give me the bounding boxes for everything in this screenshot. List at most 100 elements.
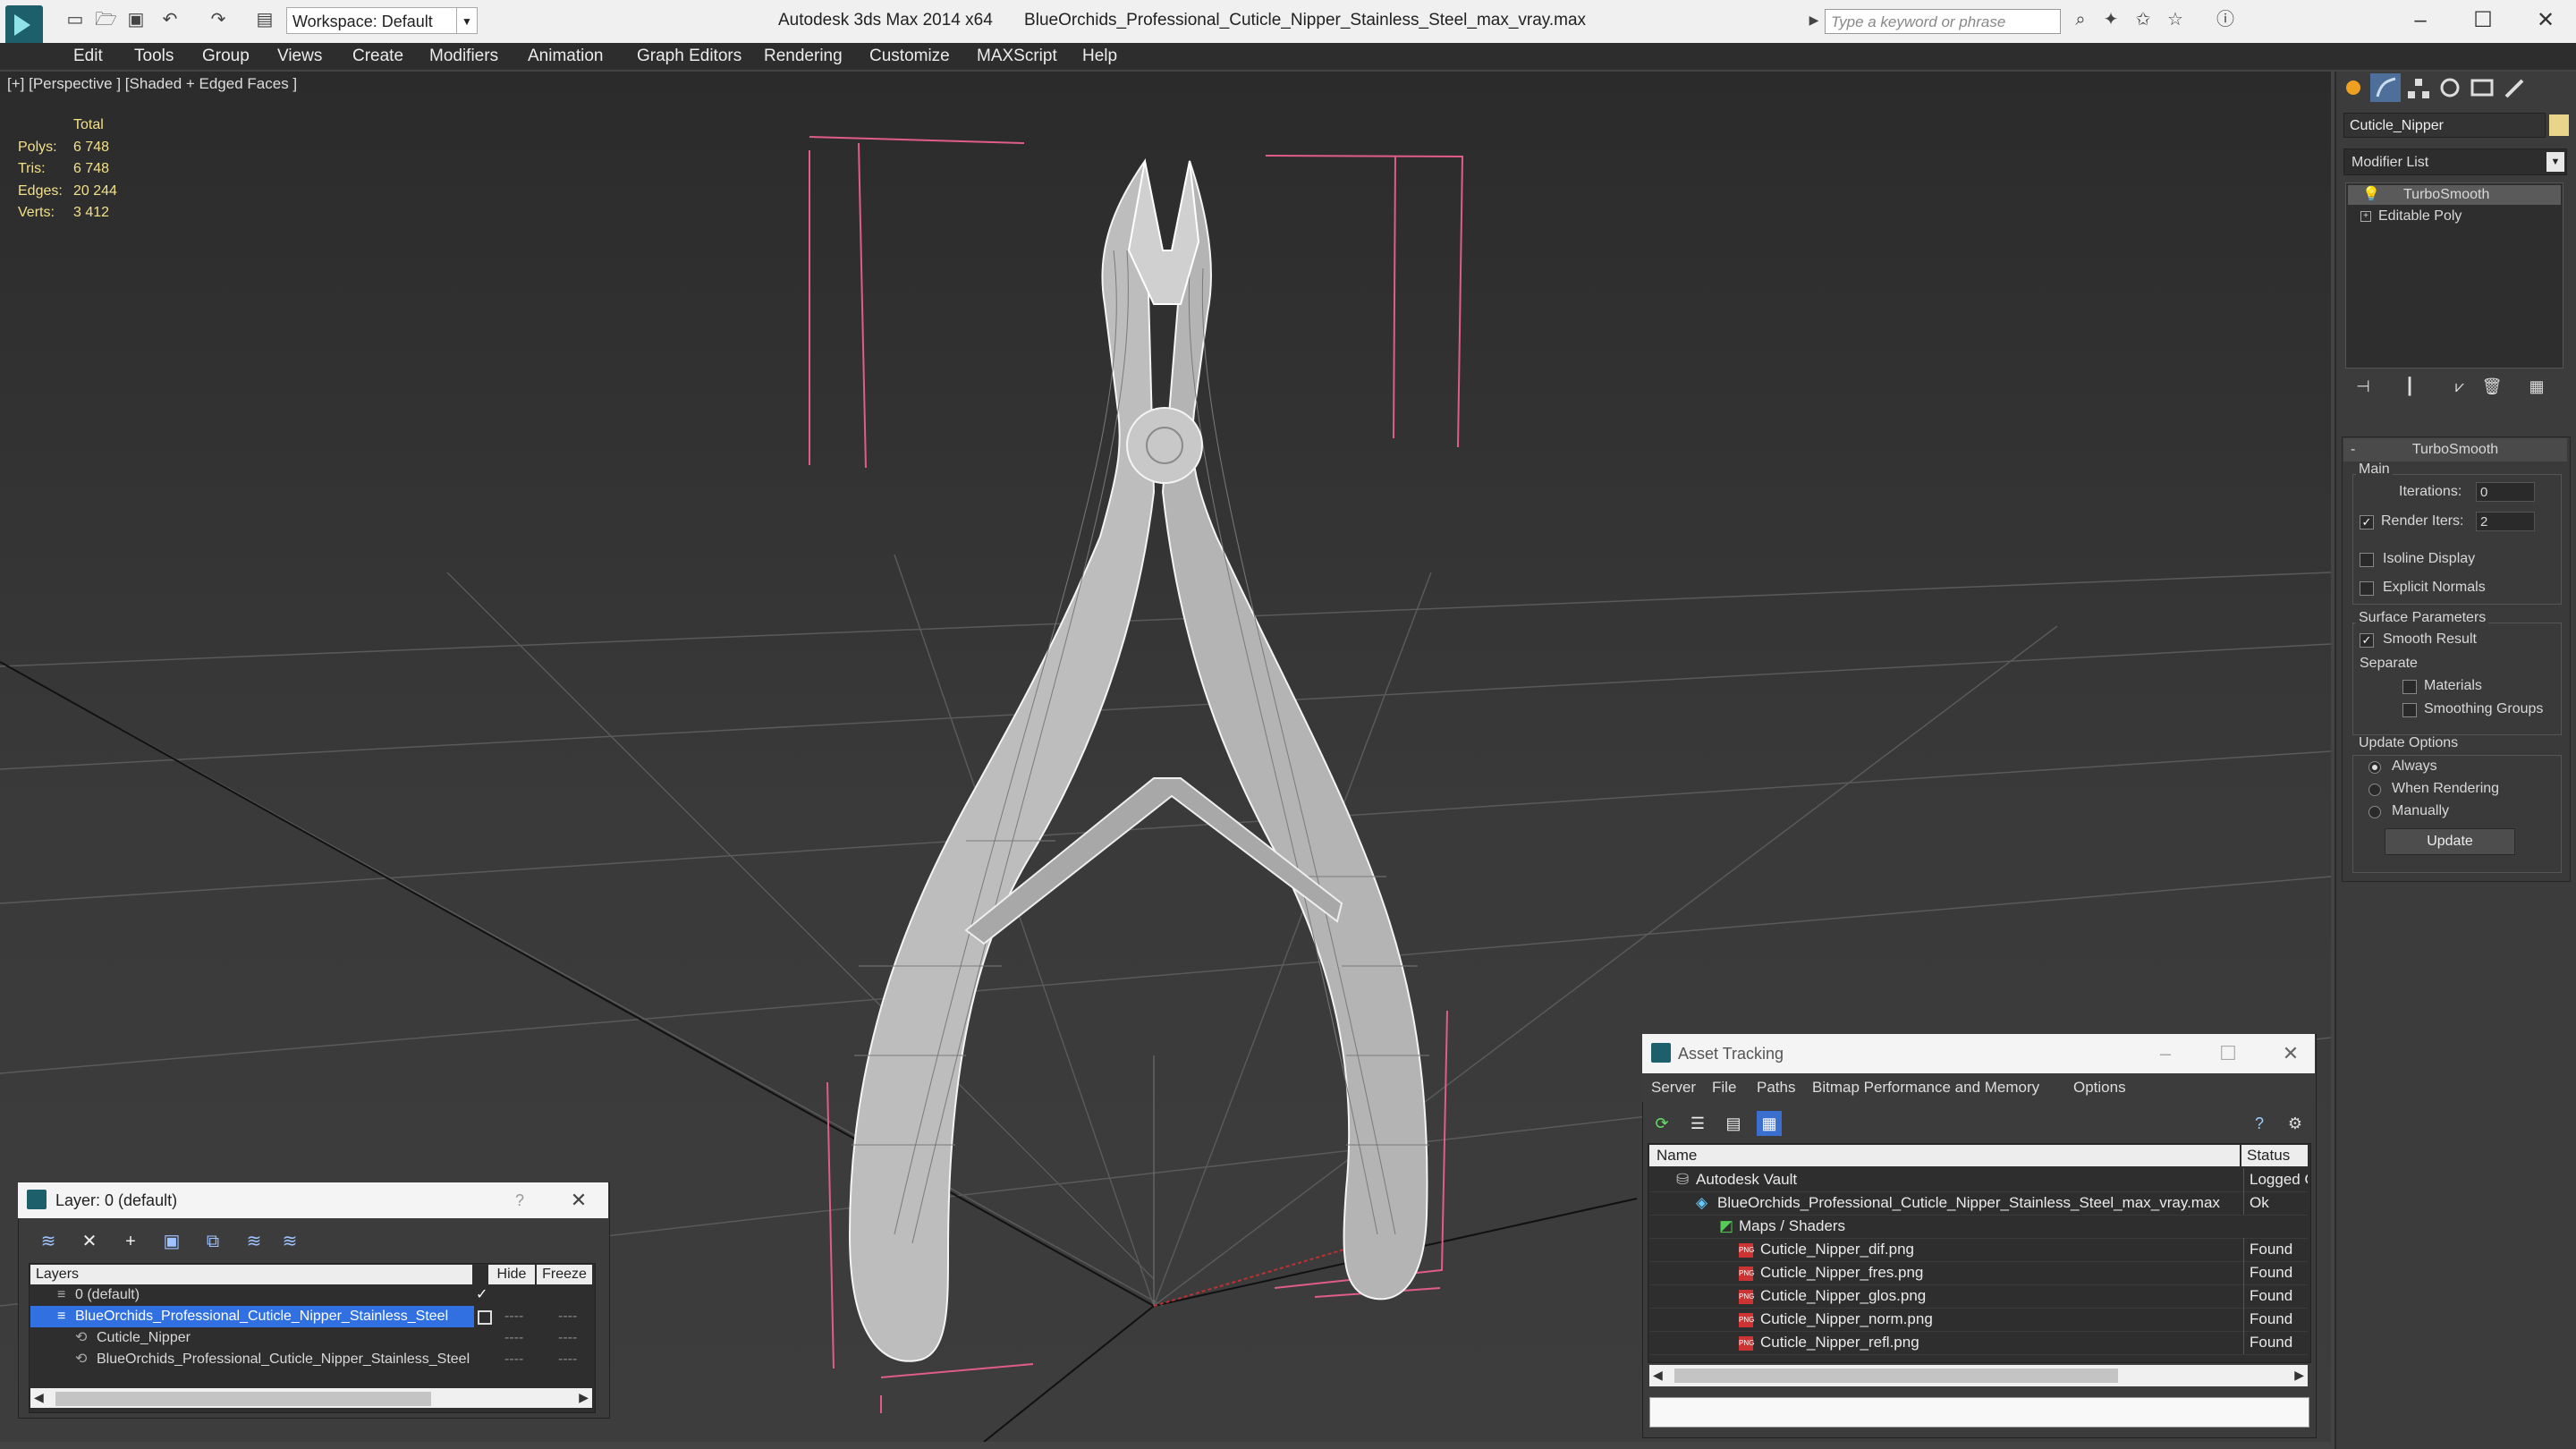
stack-item-turbosmooth[interactable]: 💡 TurboSmooth [2348, 185, 2561, 205]
scrollbar-thumb[interactable] [1674, 1368, 2118, 1383]
new-file-icon[interactable]: ▭ [64, 9, 86, 30]
hide-toggle[interactable]: ---- [504, 1327, 523, 1349]
freeze-all-icon[interactable]: ≋ [277, 1229, 302, 1254]
menu-bitmap-performance[interactable]: Bitmap Performance and Memory [1812, 1079, 2039, 1097]
hierarchy-tab-icon[interactable] [2402, 73, 2433, 102]
asset-row[interactable]: ⛁ Autodesk Vault Logged Out [1649, 1168, 2308, 1192]
menu-views[interactable]: Views [277, 47, 322, 66]
column-header-status[interactable]: Status [2241, 1145, 2308, 1166]
motion-tab-icon[interactable] [2435, 73, 2465, 102]
scroll-left-icon[interactable]: ◀ [34, 1390, 44, 1405]
pin-stack-icon[interactable]: ⊣ [2351, 377, 2376, 402]
menu-maxscript[interactable]: MAXScript [977, 47, 1057, 66]
update-button[interactable]: Update [2385, 828, 2515, 855]
table-view-icon[interactable]: ▦ [1757, 1111, 1782, 1136]
help-button[interactable]: ? [506, 1188, 533, 1213]
undo-icon[interactable]: ↶ [159, 9, 181, 30]
create-layer-icon[interactable]: ≋ [36, 1229, 61, 1254]
render-iters-spinner[interactable]: 2 [2476, 512, 2535, 531]
layer-row-selected[interactable]: ≡ BlueOrchids_Professional_Cuticle_Nippe… [30, 1306, 592, 1327]
stack-item-editable-poly[interactable]: + Editable Poly [2348, 207, 2561, 226]
menu-edit[interactable]: Edit [73, 47, 103, 66]
create-tab-icon[interactable] [2338, 73, 2368, 102]
menu-paths[interactable]: Paths [1757, 1079, 1795, 1097]
hide-all-icon[interactable]: ≋ [242, 1229, 267, 1254]
binoculars-icon[interactable]: ⌕ [2070, 9, 2091, 30]
asset-row[interactable]: PNG Cuticle_Nipper_fres.png Found [1649, 1261, 2308, 1285]
settings-icon[interactable]: ⚙ [2283, 1111, 2308, 1136]
star-icon[interactable]: ☆ [2165, 9, 2186, 30]
layer-row[interactable]: ≡ 0 (default) ✓ [30, 1284, 592, 1306]
menu-server[interactable]: Server [1651, 1079, 1696, 1097]
scroll-left-icon[interactable]: ◀ [1653, 1368, 1663, 1383]
checkmark-icon[interactable]: ✓ [476, 1284, 487, 1306]
asset-row[interactable]: ◈ BlueOrchids_Professional_Cuticle_Nippe… [1649, 1191, 2308, 1216]
cuticle-nipper-model[interactable] [848, 157, 1429, 1362]
help-icon[interactable]: ? [2247, 1111, 2272, 1136]
layer-dialog-titlebar[interactable]: Layer: 0 (default) ? ✕ [18, 1182, 608, 1218]
layer-row[interactable]: ⟲ BlueOrchids_Professional_Cuticle_Nippe… [30, 1349, 592, 1370]
freeze-toggle[interactable]: ---- [558, 1349, 577, 1370]
menu-customize[interactable]: Customize [869, 47, 950, 66]
asset-row[interactable]: PNG Cuticle_Nipper_refl.png Found [1649, 1331, 2308, 1355]
isoline-display-checkbox[interactable] [2360, 553, 2374, 567]
current-layer-box-icon[interactable] [478, 1310, 492, 1325]
freeze-toggle[interactable]: ---- [558, 1306, 577, 1327]
communication-center-icon[interactable]: ✦ [2100, 9, 2122, 30]
materials-checkbox[interactable] [2402, 680, 2417, 694]
redo-icon[interactable]: ↷ [208, 9, 229, 30]
menu-modifiers[interactable]: Modifiers [429, 47, 498, 66]
menu-animation[interactable]: Animation [528, 47, 604, 66]
menu-graph-editors[interactable]: Graph Editors [637, 47, 741, 66]
column-header-layers[interactable]: Layers [30, 1265, 472, 1284]
menu-rendering[interactable]: Rendering [764, 47, 843, 66]
menu-group[interactable]: Group [202, 47, 250, 66]
save-file-icon[interactable]: ▣ [125, 9, 147, 30]
freeze-toggle[interactable]: ---- [558, 1327, 577, 1349]
object-name-field[interactable]: Cuticle_Nipper [2343, 113, 2546, 138]
when-rendering-radio[interactable] [2368, 784, 2381, 796]
asset-row[interactable]: ◩ Maps / Shaders [1649, 1215, 2308, 1239]
workspace-dropdown[interactable]: Workspace: Default ▼ [286, 7, 478, 34]
help-icon[interactable]: ⓘ [2215, 9, 2236, 30]
utilities-tab-icon[interactable] [2499, 73, 2529, 102]
minimize-button[interactable]: – [2152, 1041, 2179, 1066]
column-header-freeze[interactable]: Freeze [537, 1265, 592, 1284]
expand-icon[interactable]: + [2360, 211, 2371, 222]
asset-row[interactable]: PNG Cuticle_Nipper_dif.png Found [1649, 1238, 2308, 1262]
scroll-right-icon[interactable]: ▶ [579, 1390, 589, 1405]
close-button[interactable]: ✕ [2277, 1041, 2304, 1066]
remove-modifier-icon[interactable]: 🗑 [2479, 377, 2504, 402]
make-unique-icon[interactable]: ⩗ [2447, 377, 2472, 402]
menu-file[interactable]: File [1712, 1079, 1736, 1097]
menu-help[interactable]: Help [1082, 47, 1117, 66]
horizontal-scrollbar[interactable]: ◀ ▶ [30, 1388, 592, 1408]
viewport-label[interactable]: [+] [Perspective ] [Shaded + Edged Faces… [7, 75, 297, 93]
select-objects-icon[interactable]: ▣ [159, 1229, 184, 1254]
project-folder-icon[interactable]: ▤ [254, 9, 275, 30]
show-end-result-icon[interactable]: ┃ [2397, 377, 2422, 402]
menu-options[interactable]: Options [2073, 1079, 2126, 1097]
maximize-button[interactable]: ☐ [2215, 1041, 2241, 1066]
search-expand-icon[interactable]: ▶ [1803, 9, 1825, 30]
configure-modifier-sets-icon[interactable]: ▦ [2524, 377, 2549, 402]
maximize-button[interactable]: ☐ [2465, 5, 2501, 36]
asset-row[interactable]: PNG Cuticle_Nipper_norm.png Found [1649, 1308, 2308, 1332]
horizontal-scrollbar[interactable]: ◀ ▶ [1649, 1365, 2308, 1386]
list-view-icon[interactable]: ☰ [1685, 1111, 1710, 1136]
refresh-icon[interactable]: ⟳ [1649, 1111, 1674, 1136]
menu-create[interactable]: Create [352, 47, 403, 66]
turbosmooth-rollout-header[interactable]: - TurboSmooth [2343, 438, 2567, 462]
smooth-result-checkbox[interactable]: ✓ [2360, 633, 2374, 648]
open-file-icon[interactable]: 🗁 [95, 9, 117, 30]
asset-tracking-titlebar[interactable]: Asset Tracking – ☐ ✕ [1642, 1034, 2315, 1073]
modify-tab-icon[interactable] [2370, 73, 2401, 102]
close-button[interactable]: ✕ [2528, 5, 2563, 36]
modifier-list-dropdown[interactable]: Modifier List ▼ [2343, 148, 2567, 175]
explicit-normals-checkbox[interactable] [2360, 581, 2374, 596]
layer-row[interactable]: ⟲ Cuticle_Nipper ---- ---- [30, 1327, 592, 1349]
manually-radio[interactable] [2368, 806, 2381, 818]
hide-toggle[interactable]: ---- [504, 1349, 523, 1370]
object-color-swatch[interactable] [2549, 114, 2569, 136]
asset-path-field[interactable] [1649, 1397, 2309, 1428]
